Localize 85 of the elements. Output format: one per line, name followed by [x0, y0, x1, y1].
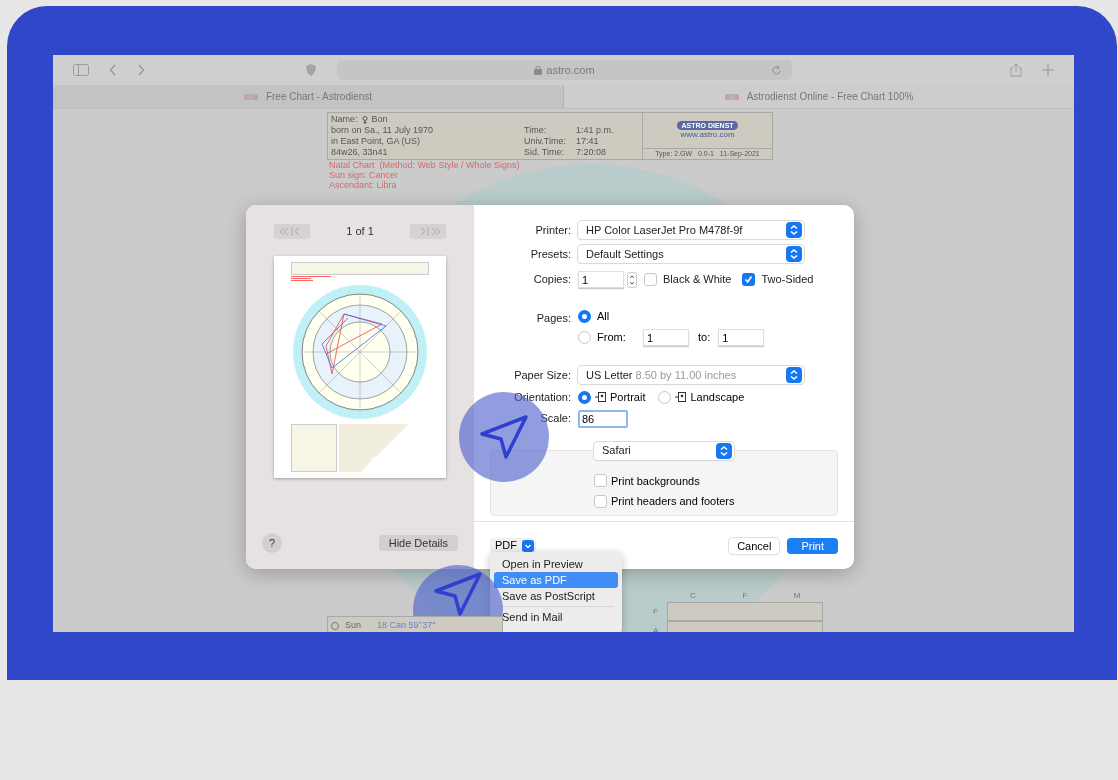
field-label: Copies: — [532, 272, 571, 288]
stepper-arrows-icon[interactable] — [627, 271, 637, 288]
time-value: 1:41 p.m. — [576, 125, 614, 136]
radio-button[interactable] — [658, 390, 672, 404]
checkbox-label: Print headers and footers — [611, 494, 735, 509]
planet-position: 18 Can 59°37" — [377, 619, 436, 632]
field-label: Pages: — [535, 311, 571, 326]
rainbow-favicon-icon — [243, 93, 258, 100]
previous-page-button[interactable] — [274, 223, 310, 239]
plus-icon[interactable] — [1042, 64, 1054, 76]
pdf-menu-button[interactable]: PDF — [490, 537, 536, 554]
checkbox[interactable] — [594, 494, 607, 508]
app-section-value: Safari — [602, 443, 631, 459]
radio-button[interactable] — [578, 331, 591, 344]
sidebar-icon[interactable] — [73, 64, 89, 76]
shield-icon[interactable] — [305, 63, 317, 77]
dropdown-select[interactable]: US Letter 8.50 by 11.00 inches — [578, 366, 804, 384]
field-label: Printer: — [534, 222, 571, 238]
grid-row-label: F — [653, 605, 659, 618]
radio-label: All — [597, 309, 610, 325]
forward-icon[interactable] — [137, 64, 145, 76]
time-value: 17:41 — [576, 136, 599, 147]
field-label: Orientation: — [513, 390, 571, 405]
scale-field[interactable]: 86 — [578, 409, 628, 428]
presets-value: Default Settings — [586, 246, 664, 262]
back-icon[interactable] — [109, 64, 117, 76]
dropdown-select[interactable]: HP Color LaserJet Pro M478f-9f — [578, 221, 804, 239]
menu-item[interactable]: Save as PostScript — [494, 588, 618, 604]
time-label: Univ.Time: — [524, 136, 567, 147]
to-label: to: — [698, 330, 711, 346]
printer-value: HP Color LaserJet Pro M478f-9f — [586, 222, 743, 238]
grid-column-label: F — [741, 590, 749, 602]
stepper-icon — [786, 367, 802, 383]
field-label: Paper Size: — [513, 367, 571, 383]
cursor-arrow-icon — [479, 414, 529, 460]
chart-note-text: Ascendant: Libra — [328, 180, 398, 190]
radio-label: Landscape — [690, 390, 745, 405]
portrait-icon — [595, 392, 606, 403]
radio-label: Portrait — [610, 390, 646, 405]
checkbox[interactable] — [644, 273, 657, 286]
field-label: Presets: — [529, 246, 571, 262]
checkbox-label: Two-Sided — [761, 272, 814, 288]
radio-label: From: — [597, 330, 627, 346]
birth-info-text: in East Point, GA (US) — [331, 136, 422, 147]
checkbox[interactable] — [742, 273, 756, 286]
venus-symbol-icon — [361, 115, 368, 124]
time-label: Time: — [524, 125, 548, 136]
to-page-field[interactable]: 1 — [718, 329, 765, 346]
field-label: Scale: — [539, 411, 571, 427]
copies-field[interactable]: 1 — [578, 271, 624, 288]
dropdown-select[interactable]: Safari — [594, 441, 734, 460]
checkbox-label: Print backgrounds — [611, 473, 700, 489]
lock-icon — [534, 65, 543, 75]
radio-button[interactable] — [578, 390, 591, 404]
checkbox-label: Black & White — [663, 272, 732, 288]
dropdown-select[interactable]: Default Settings — [578, 245, 804, 263]
print-button[interactable]: Print — [787, 537, 838, 554]
radio-button[interactable] — [578, 310, 591, 323]
landscape-icon — [675, 392, 687, 403]
from-page-field[interactable]: 1 — [643, 329, 689, 346]
reload-icon[interactable] — [771, 64, 782, 76]
chart-note-text: Natal Chart (Method: Web Style / Whole Signs) — [328, 160, 521, 170]
next-page-button[interactable] — [410, 223, 446, 239]
hide-details-button[interactable]: Hide Details — [378, 535, 458, 551]
stepper-icon — [786, 246, 802, 262]
checkbox[interactable] — [594, 474, 607, 488]
stepper-icon — [786, 222, 802, 238]
birth-info-text: born on Sa., 11 July 1970 — [331, 125, 434, 136]
grid-column-label: M — [792, 590, 802, 602]
time-value: 7:20:08 — [576, 147, 607, 158]
stepper-icon — [716, 442, 732, 459]
time-label: Sid. Time: — [524, 147, 565, 158]
rainbow-favicon-icon — [724, 93, 739, 100]
help-button[interactable]: ? — [262, 533, 282, 553]
chevron-down-icon — [522, 539, 534, 552]
menu-item[interactable]: Open in Preview — [494, 556, 618, 572]
cursor-arrow-icon — [433, 571, 483, 617]
chart-note-text: Sun sign: Cancer — [328, 170, 400, 180]
planet-name: Sun — [345, 619, 362, 632]
grid-row-label: A — [653, 624, 660, 632]
cancel-button[interactable]: Cancel — [729, 537, 780, 554]
page-indicator: 1 of 1 — [346, 224, 374, 239]
birth-info-text: 84w26, 33n41 — [331, 147, 389, 158]
share-icon[interactable] — [1010, 63, 1022, 77]
paper-size-value: US Letter 8.50 by 11.00 inches — [586, 367, 737, 383]
